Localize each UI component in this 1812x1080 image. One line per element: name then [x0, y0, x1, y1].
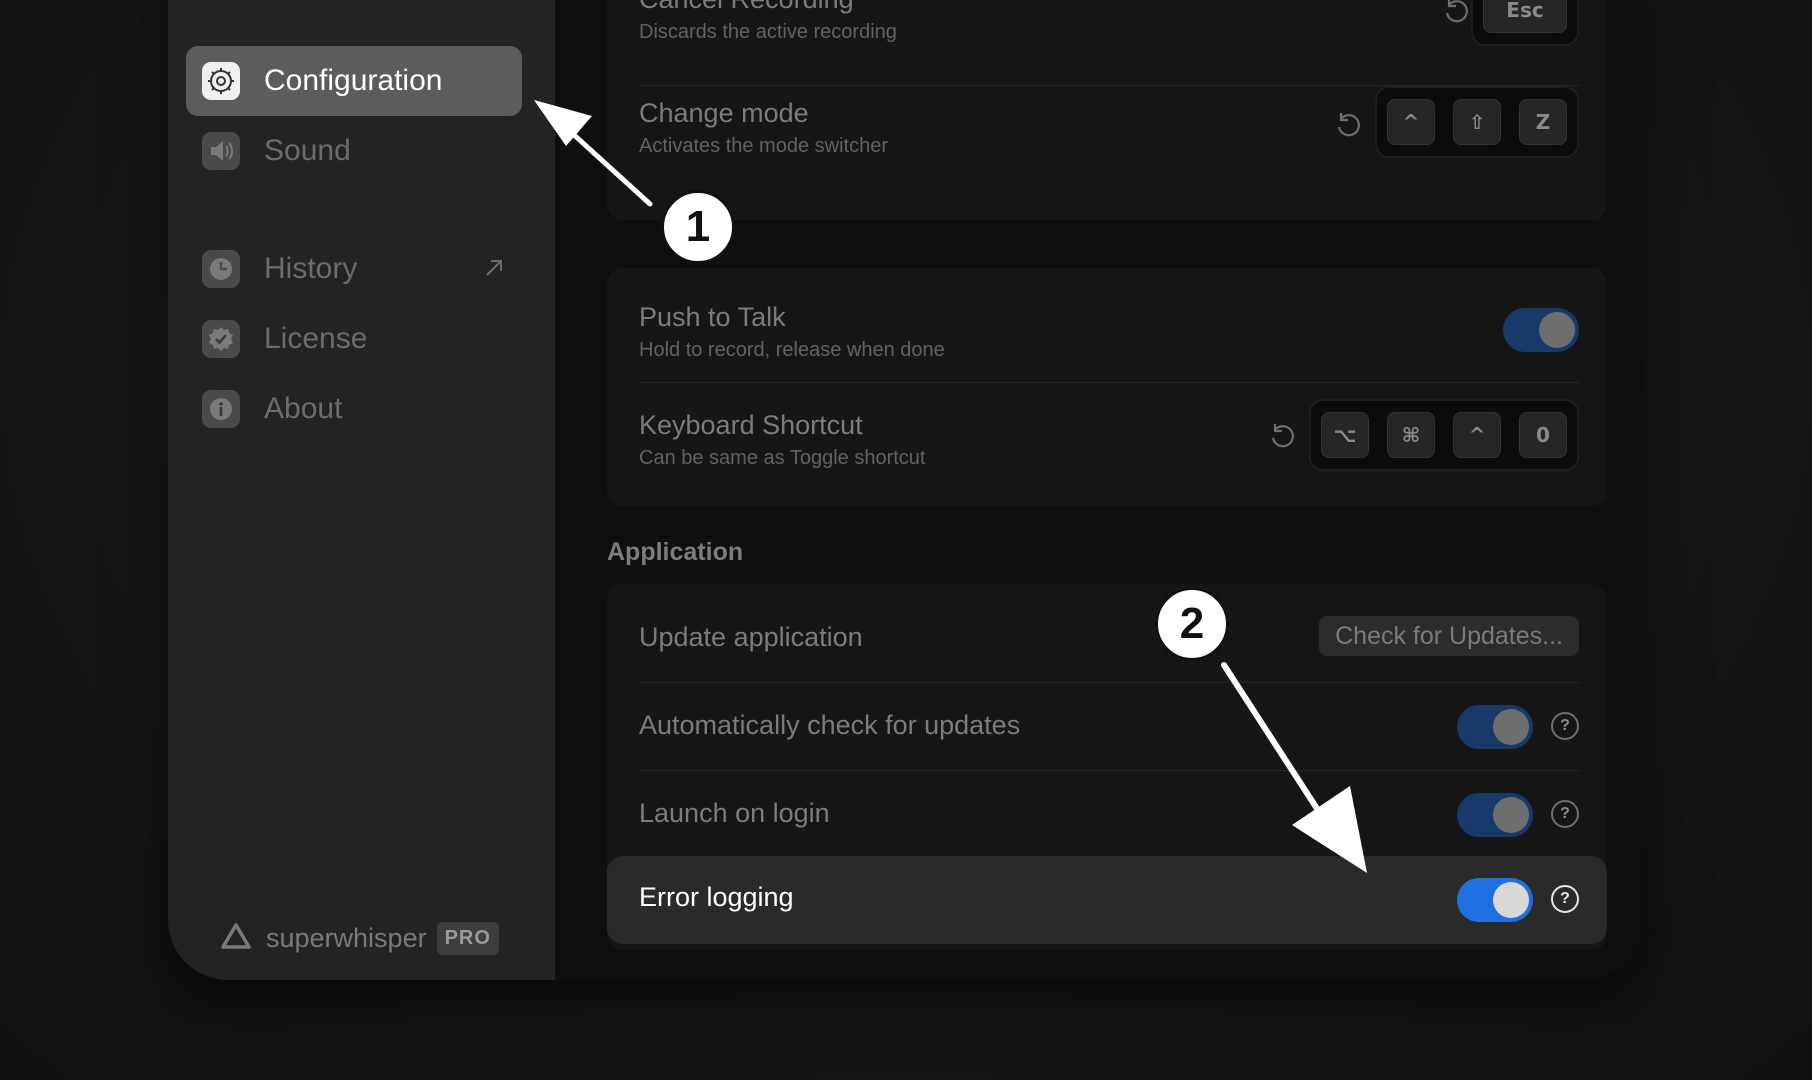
row-subtitle: Can be same as Toggle shortcut: [639, 447, 926, 469]
row-title: Automatically check for updates: [639, 710, 1021, 740]
key-cap: ⇧: [1453, 99, 1501, 145]
auto-check-updates-row: Automatically check for updates ?: [639, 683, 1579, 769]
shortcut-keys[interactable]: Esc: [1471, 0, 1579, 46]
sidebar-item-label: Configuration: [264, 64, 443, 97]
sidebar-item-label: History: [264, 252, 358, 285]
push-to-talk-row: Push to Talk Hold to record, release whe…: [639, 268, 1579, 382]
gear-icon: [202, 62, 240, 100]
key-cap: Esc: [1483, 0, 1567, 33]
push-to-talk-card: Push to Talk Hold to record, release whe…: [607, 268, 1607, 506]
sidebar-item-sound[interactable]: Sound: [186, 116, 522, 186]
sidebar-item-label: Sound: [264, 134, 351, 167]
error-logging-row: Error logging ?: [607, 856, 1607, 944]
sidebar-item-label: License: [264, 322, 368, 355]
error-logging-toggle[interactable]: [1457, 878, 1533, 922]
reset-icon[interactable]: [1443, 0, 1471, 31]
reset-icon[interactable]: [1335, 110, 1363, 145]
cancel-recording-row: Cancel Recording Discards the active rec…: [639, 0, 1579, 54]
row-title: Push to Talk: [639, 302, 786, 332]
speaker-icon: [202, 132, 240, 170]
superwhisper-logo-icon: [220, 922, 252, 955]
push-to-talk-toggle[interactable]: [1503, 308, 1579, 352]
reset-icon[interactable]: [1269, 421, 1297, 456]
toggle-knob: [1539, 312, 1575, 348]
key-cap: ^: [1387, 99, 1435, 145]
annotation-badge-1: 1: [661, 190, 735, 264]
annotation-arrow-2: [1221, 662, 1367, 873]
toggle-knob: [1493, 797, 1529, 833]
key-cap: ^: [1453, 412, 1501, 458]
clock-icon: [202, 250, 240, 288]
sidebar-item-license[interactable]: License: [186, 304, 522, 374]
row-title: Update application: [639, 622, 863, 652]
brand: superwhisper PRO: [220, 922, 499, 955]
row-title: Keyboard Shortcut: [639, 410, 863, 440]
check-for-updates-button[interactable]: Check for Updates...: [1319, 616, 1579, 656]
shortcut-keys[interactable]: ^ ⇧ Z: [1375, 86, 1579, 158]
help-icon[interactable]: ?: [1551, 712, 1579, 740]
row-title: Error logging: [639, 882, 794, 912]
sidebar-item-label: About: [264, 392, 343, 425]
row-title: Launch on login: [639, 798, 830, 828]
help-icon[interactable]: ?: [1551, 885, 1579, 913]
settings-window: Configuration Sound History License Abou…: [168, 0, 1644, 980]
brand-name: superwhisper: [266, 923, 427, 953]
info-icon: [202, 390, 240, 428]
sidebar-item-history[interactable]: History: [186, 234, 522, 304]
row-title: Cancel Recording: [639, 0, 854, 15]
annotation-badge-2: 2: [1155, 587, 1229, 661]
shortcut-keys[interactable]: ⌥ ⌘ ^ 0: [1309, 399, 1579, 471]
toggle-knob: [1493, 882, 1529, 918]
application-card: Update application Check for Updates... …: [607, 584, 1607, 950]
keyboard-shortcut-row: Keyboard Shortcut Can be same as Toggle …: [639, 383, 1579, 503]
external-link-icon: [482, 256, 506, 285]
shortcuts-card: Cancel Recording Discards the active rec…: [607, 0, 1607, 220]
key-cap: Z: [1519, 99, 1567, 145]
row-subtitle: Discards the active recording: [639, 21, 897, 43]
change-mode-row: Change mode Activates the mode switcher …: [639, 86, 1579, 206]
launch-on-login-toggle[interactable]: [1457, 793, 1533, 837]
verified-badge-icon: [202, 320, 240, 358]
section-title-application: Application: [607, 538, 744, 566]
key-cap: 0: [1519, 412, 1567, 458]
auto-check-updates-toggle[interactable]: [1457, 705, 1533, 749]
sidebar-item-about[interactable]: About: [186, 374, 522, 444]
key-cap: ⌥: [1321, 412, 1369, 458]
launch-on-login-row: Launch on login ?: [639, 771, 1579, 857]
sidebar-item-configuration[interactable]: Configuration: [186, 46, 522, 116]
row-subtitle: Hold to record, release when done: [639, 339, 945, 361]
key-cap: ⌘: [1387, 412, 1435, 458]
pro-badge: PRO: [436, 922, 499, 955]
sidebar: Configuration Sound History License Abou…: [168, 0, 555, 980]
annotation-arrow-1: [534, 100, 653, 207]
help-icon[interactable]: ?: [1551, 800, 1579, 828]
toggle-knob: [1493, 709, 1529, 745]
